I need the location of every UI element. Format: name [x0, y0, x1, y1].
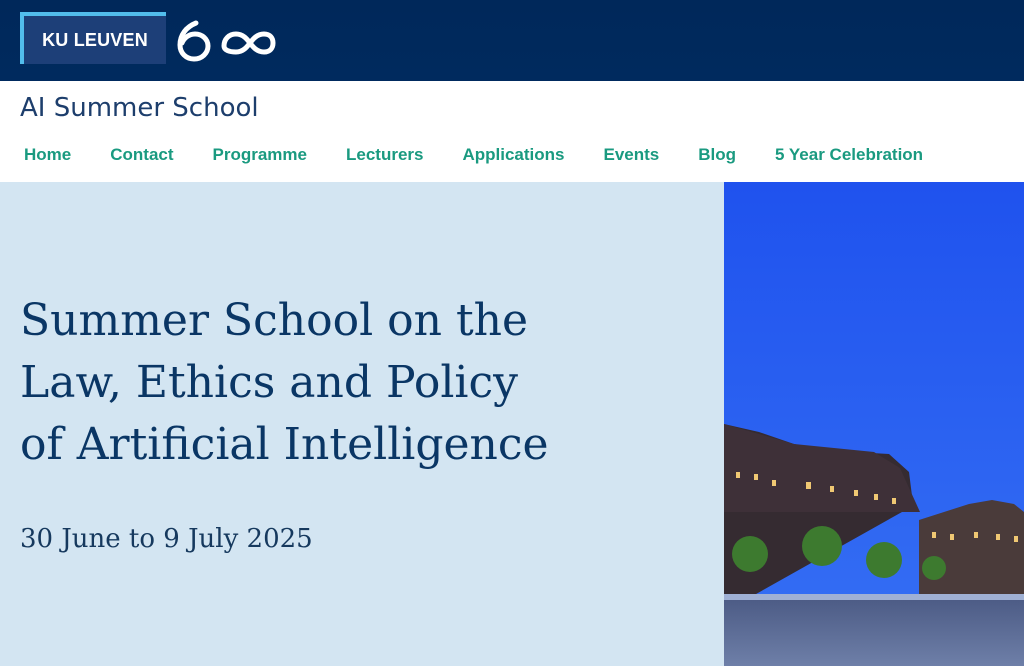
nav-blog[interactable]: Blog	[698, 144, 736, 166]
nav-contact[interactable]: Contact	[110, 144, 173, 166]
site-title[interactable]: AI Summer School	[20, 93, 259, 123]
hero-photo	[724, 182, 1024, 666]
city-square-photo	[724, 182, 1024, 666]
hero-title-line-2: Law, Ethics and Policy	[20, 357, 518, 408]
hero-title-line-1: Summer School on the	[20, 295, 529, 346]
nav-home[interactable]: Home	[24, 144, 71, 166]
nav-programme[interactable]: Programme	[213, 144, 307, 166]
ku-leuven-600-icon[interactable]	[176, 15, 276, 65]
nav-applications[interactable]: Applications	[462, 144, 564, 166]
hero-title-line-3: of Artificial Intelligence	[20, 419, 549, 470]
nav-lecturers[interactable]: Lecturers	[346, 144, 423, 166]
top-header-bar: KU LEUVEN	[0, 0, 1024, 81]
nav-5-year-celebration[interactable]: 5 Year Celebration	[775, 144, 923, 166]
hero-title: Summer School on the Law, Ethics and Pol…	[20, 290, 660, 476]
ku-leuven-logo[interactable]: KU LEUVEN	[20, 12, 166, 64]
nav-events[interactable]: Events	[604, 144, 660, 166]
hero-date: 30 June to 9 July 2025	[20, 524, 313, 554]
logo-inner: KU LEUVEN	[24, 16, 166, 64]
logo-text: KU LEUVEN	[42, 29, 148, 50]
main-nav: Home Contact Programme Lecturers Applica…	[24, 144, 962, 166]
